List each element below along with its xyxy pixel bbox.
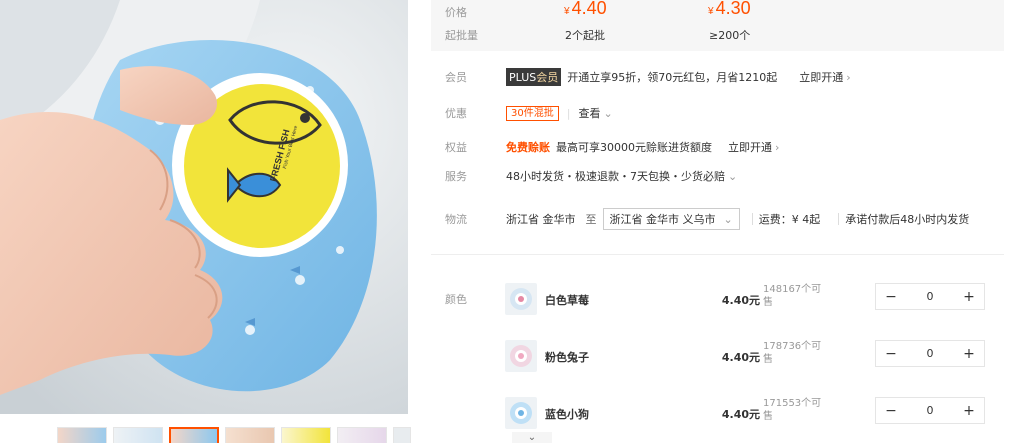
discount-view-link[interactable]: 查看 <box>578 105 600 121</box>
member-offer-text: 开通立享95折，领70元红包，月省1210起 <box>567 71 778 84</box>
free-credit-tag: 免费赊账 <box>506 141 550 154</box>
sku-price: 4.40元 <box>721 294 760 307</box>
quantity-stepper: − 0 + <box>875 283 985 310</box>
price-label: 价格 <box>445 6 467 19</box>
increment-button[interactable]: + <box>954 346 984 362</box>
sku-thumbnail[interactable] <box>505 397 537 429</box>
tier-1-min: 2个起批 <box>565 29 605 42</box>
destination-select[interactable]: 浙江省 金华市 义乌市 ⌄ <box>602 208 740 230</box>
member-open-link[interactable]: 立即开通 <box>799 69 843 85</box>
sku-row-pink-rabbit: 粉色兔子 4.40元 178736个可售 − 0 + <box>505 340 995 374</box>
main-product-image[interactable]: FRESH FISH Fish Your Best Here <box>0 0 408 414</box>
sku-name: 粉色兔子 <box>545 351 589 364</box>
tier-2-price: ¥4.30 <box>708 0 751 18</box>
member-label: 会员 <box>445 71 467 84</box>
thumbnail-6[interactable] <box>337 427 387 443</box>
sku-stock: 171553个可售 <box>763 398 822 422</box>
plus-member-badge: PLUS会员 <box>506 68 562 86</box>
increment-button[interactable]: + <box>954 403 984 419</box>
color-label: 颜色 <box>445 293 467 306</box>
chevron-down-icon: ⌄ <box>603 106 613 120</box>
discount-row: 优惠 30件混批 | 查看 ⌄ <box>445 105 613 121</box>
service-row: 服务 48小时发货・极速退款・7天包换・少货必赔 ⌄ <box>431 166 1011 186</box>
increment-button[interactable]: + <box>954 289 984 305</box>
credit-limit-text: 最高可享30000元赊账进货额度 <box>556 141 712 154</box>
destination-value: 浙江省 金华市 义乌市 <box>609 213 716 226</box>
quantity-input[interactable]: 0 <box>906 404 954 417</box>
discount-label: 优惠 <box>445 107 467 120</box>
price-block: 价格 起批量 ¥4.40 2个起批 ¥4.30 ≥200个 <box>431 0 1004 51</box>
freight-text: 运费：¥ 4起 <box>758 213 821 226</box>
rights-row: 权益 免费赊账 最高可享30000元赊账进货额度 立即开通 › <box>431 137 1011 157</box>
rights-label: 权益 <box>445 141 467 154</box>
quantity-input[interactable]: 0 <box>906 347 954 360</box>
sku-stock: 178736个可售 <box>763 341 822 365</box>
thumbnail-7[interactable] <box>393 427 411 443</box>
sku-stock: 148167个可售 <box>763 284 822 308</box>
to-word: 至 <box>585 213 597 226</box>
service-text[interactable]: 48小时发货・极速退款・7天包换・少货必赔 <box>506 168 725 184</box>
thumbnail-2[interactable] <box>113 427 163 443</box>
thumbnail-1[interactable] <box>57 427 107 443</box>
thumbnail-5[interactable] <box>281 427 331 443</box>
thumbnail-3[interactable] <box>169 427 219 443</box>
shipping-promise: 承诺付款后48小时内发货 <box>845 213 970 226</box>
sku-name: 白色草莓 <box>545 294 589 307</box>
sku-price: 4.40元 <box>721 351 760 364</box>
thumbnail-4[interactable] <box>225 427 275 443</box>
tier-2-min: ≥200个 <box>709 29 751 42</box>
quantity-stepper: − 0 + <box>875 340 985 367</box>
quantity-input[interactable]: 0 <box>906 290 954 303</box>
sku-row-white-strawberry: 白色草莓 4.40元 148167个可售 − 0 + <box>505 283 995 317</box>
decrement-button[interactable]: − <box>876 403 906 419</box>
sku-price: 4.40元 <box>721 408 760 421</box>
mixed-batch-tag: 30件混批 <box>506 105 559 121</box>
ice-bag-photo <box>0 0 408 414</box>
decrement-button[interactable]: − <box>876 289 906 305</box>
member-row: 会员 PLUS会员 开通立享95折，领70元红包，月省1210起 立即开通 › <box>431 67 1011 87</box>
tier-1-price: ¥4.40 <box>564 0 607 18</box>
chevron-right-icon: › <box>846 70 851 84</box>
service-label: 服务 <box>445 170 467 183</box>
thumbnail-strip <box>0 427 420 443</box>
chevron-down-icon: ⌄ <box>728 169 738 183</box>
rights-open-link[interactable]: 立即开通 <box>728 139 772 155</box>
decrement-button[interactable]: − <box>876 346 906 362</box>
ship-from: 浙江省 金华市 <box>506 213 576 226</box>
logistics-row: 物流 浙江省 金华市 至 浙江省 金华市 义乌市 ⌄ 运费：¥ 4起 承诺付款后… <box>431 208 1011 230</box>
sku-name: 蓝色小狗 <box>545 408 589 421</box>
chevron-right-icon: › <box>775 140 780 154</box>
sku-row-blue-puppy: 蓝色小狗 4.40元 171553个可售 − 0 + <box>505 397 995 431</box>
sku-thumbnail[interactable] <box>505 340 537 372</box>
logistics-label: 物流 <box>445 213 467 226</box>
expand-more-button[interactable]: ⌄ <box>512 432 552 443</box>
sku-thumbnail[interactable] <box>505 283 537 315</box>
chevron-down-icon: ⌄ <box>723 212 733 226</box>
section-divider <box>431 254 1004 255</box>
min-order-label: 起批量 <box>445 29 478 42</box>
quantity-stepper: − 0 + <box>875 397 985 424</box>
